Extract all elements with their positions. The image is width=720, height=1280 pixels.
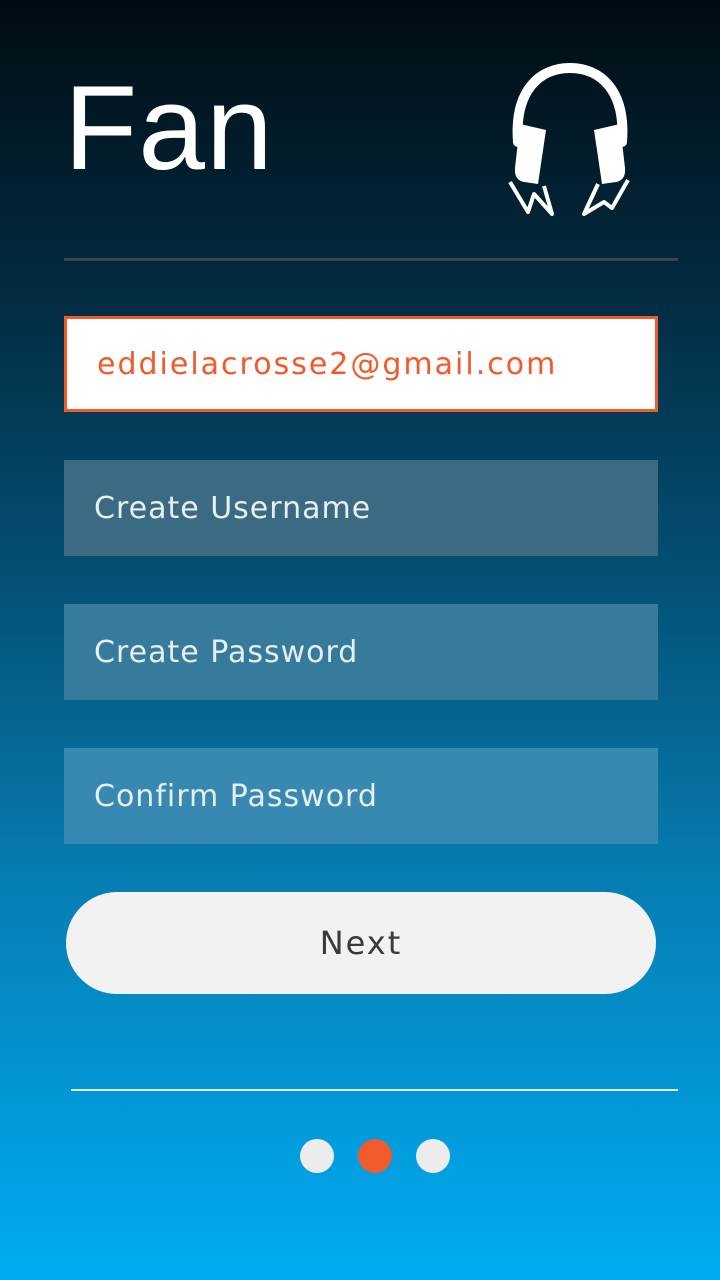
pagination-dot-3: [416, 1139, 450, 1173]
pagination-dot-1: [300, 1139, 334, 1173]
headphones-lightning-icon: [500, 62, 640, 222]
header-divider: [64, 258, 678, 261]
footer-divider: [71, 1089, 678, 1091]
page-title: Fan: [64, 61, 274, 195]
username-field[interactable]: Create Username: [64, 460, 658, 556]
password-field[interactable]: Create Password: [64, 604, 658, 700]
pagination-dots: [300, 1139, 450, 1173]
confirm-password-field-placeholder: Confirm Password: [94, 778, 378, 814]
password-field-placeholder: Create Password: [94, 634, 359, 670]
email-field-value: eddielacrosse2@gmail.com: [97, 346, 558, 382]
username-field-placeholder: Create Username: [94, 490, 372, 526]
email-field[interactable]: eddielacrosse2@gmail.com: [64, 316, 658, 412]
confirm-password-field[interactable]: Confirm Password: [64, 748, 658, 844]
next-button[interactable]: Next: [66, 892, 656, 994]
pagination-dot-2-active: [358, 1139, 392, 1173]
next-button-label: Next: [319, 924, 403, 962]
